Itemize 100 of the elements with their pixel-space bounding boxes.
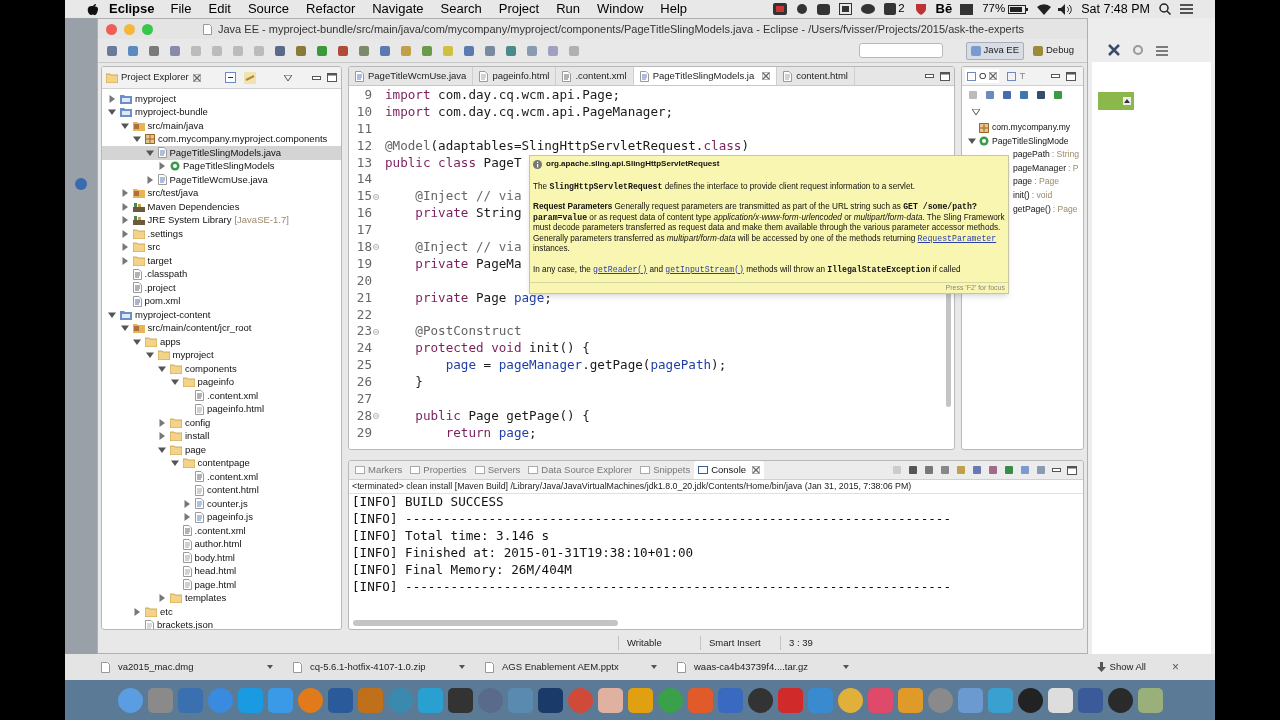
tree-item[interactable]: contentpage [102, 456, 341, 470]
outline-item[interactable]: PageTitleSlingMode [962, 134, 1083, 149]
collapse-all-icon[interactable] [224, 72, 236, 83]
up-icon[interactable] [1123, 97, 1131, 105]
tree-item[interactable]: myproject-content [102, 308, 341, 322]
view-tab[interactable]: Servers [470, 461, 525, 479]
app-icon[interactable] [1106, 686, 1134, 714]
menu-icon[interactable] [1156, 46, 1168, 56]
perspective-button[interactable]: Java EE [965, 41, 1024, 60]
caret-icon[interactable] [120, 121, 129, 130]
tree-item[interactable]: pageinfo.js [102, 510, 341, 524]
caret-icon[interactable] [843, 665, 849, 669]
caret-icon[interactable] [968, 137, 976, 146]
menu-item[interactable]: Project [498, 0, 540, 19]
tree-item[interactable]: .project [102, 281, 341, 295]
api-link[interactable]: getInputStream() [665, 264, 744, 274]
tree-item[interactable]: page.html [102, 578, 341, 592]
toolbar-tool-icon[interactable] [127, 44, 139, 57]
app-icon[interactable] [596, 686, 624, 714]
tree-item[interactable]: .content.xml [102, 524, 341, 538]
outline-item[interactable]: com.mycompany.my [962, 121, 1083, 135]
outline-tool-icon[interactable] [1002, 89, 1012, 100]
caret-icon[interactable] [120, 256, 129, 265]
fold-icon[interactable] [373, 193, 379, 200]
tree-item[interactable]: .classpath [102, 267, 341, 281]
scrollbar-thumb[interactable] [353, 620, 618, 626]
caret-icon[interactable] [120, 229, 129, 238]
editor-tab[interactable]: pageinfo.html [473, 67, 557, 85]
tree-item[interactable]: config [102, 416, 341, 430]
minimize-icon[interactable] [1051, 74, 1060, 78]
tree-item[interactable]: pageinfo.html [102, 402, 341, 416]
app-icon[interactable] [746, 686, 774, 714]
tree-item[interactable]: PageTitleWcmUse.java [102, 173, 341, 187]
download-item[interactable]: waas-ca4b43739f4....tar.gz [677, 659, 849, 675]
toolbar-tool-icon[interactable] [526, 44, 538, 57]
close-icon[interactable] [989, 72, 998, 80]
view-tab[interactable]: Markers [351, 461, 407, 479]
menu-item[interactable]: Navigate [372, 0, 424, 19]
caret-icon[interactable] [651, 665, 657, 669]
maximize-icon[interactable] [327, 73, 337, 82]
tree-item[interactable]: src [102, 240, 341, 254]
menu-item[interactable]: Window [597, 0, 644, 19]
minimize-icon[interactable] [925, 74, 934, 78]
caret-icon[interactable] [267, 665, 273, 669]
app-icon[interactable] [836, 686, 864, 714]
download-item[interactable]: cq-5.6.1-hotfix-4107-1.0.zip [293, 659, 465, 675]
tree-item[interactable]: pom.xml [102, 294, 341, 308]
link-icon[interactable] [243, 71, 256, 84]
caret-icon[interactable] [133, 135, 141, 144]
editor-tab[interactable]: PageTitleSlingModels.ja [633, 67, 778, 85]
close-button[interactable]: × [1172, 658, 1179, 676]
tree-item[interactable]: body.html [102, 551, 341, 565]
tree-item[interactable]: components [102, 362, 341, 376]
close-icon[interactable] [752, 466, 761, 474]
outline-tool-icon[interactable] [1019, 89, 1029, 100]
toolbar-tool-icon[interactable] [316, 44, 328, 57]
tree-item[interactable]: myproject-bundle [102, 105, 341, 119]
close-tab-icon[interactable] [762, 72, 771, 80]
app-menu[interactable]: Eclipse [109, 0, 155, 19]
caret-icon[interactable] [170, 378, 179, 387]
screen-icon[interactable] [773, 3, 788, 15]
outline-tool-icon[interactable] [1036, 89, 1046, 100]
tree-item[interactable]: Maven Dependencies [102, 200, 341, 214]
search-icon[interactable] [1159, 3, 1171, 15]
list-icon[interactable] [1180, 4, 1193, 14]
caret-icon[interactable] [459, 665, 465, 669]
caret-icon[interactable] [158, 594, 166, 603]
view-tab[interactable]: Snippets [636, 461, 695, 479]
toolbar-tool-icon[interactable] [484, 44, 496, 57]
toolbar-tool-icon[interactable] [148, 44, 160, 57]
perspective-button[interactable]: Debug [1028, 41, 1079, 60]
maximize-icon[interactable] [1067, 465, 1077, 475]
api-link[interactable]: RequestParameter [917, 233, 997, 243]
tree-item[interactable]: pageinfo [102, 375, 341, 389]
tree-item[interactable]: counter.js [102, 497, 341, 511]
menu-item[interactable]: File [170, 0, 192, 19]
behance-logo[interactable]: Bē [935, 0, 953, 19]
toolbar-tool-icon[interactable] [295, 44, 307, 57]
view-menu-icon[interactable] [972, 109, 980, 115]
menu-item[interactable]: Run [556, 0, 581, 19]
menu-item[interactable]: Source [247, 0, 290, 19]
caret-icon[interactable] [108, 310, 116, 319]
app-icon[interactable] [626, 686, 654, 714]
caret-icon[interactable] [158, 364, 166, 373]
caret-icon[interactable] [183, 499, 191, 508]
caret-icon[interactable] [145, 351, 154, 360]
menu-item[interactable]: Help [660, 0, 688, 19]
editor-tab[interactable]: content.html [777, 67, 855, 85]
tree-item[interactable]: src/main/java [102, 119, 341, 133]
clock[interactable]: Sat 7:48 PM [1081, 0, 1150, 19]
tree-item[interactable]: page [102, 443, 341, 457]
panel-tab[interactable]: O [965, 68, 1000, 84]
app-icon[interactable] [446, 686, 474, 714]
display-icon[interactable] [960, 3, 974, 15]
toolbar-tool-icon[interactable] [505, 44, 517, 57]
download-item[interactable]: va2015_mac.dmg [101, 659, 273, 675]
fold-icon[interactable] [373, 413, 379, 420]
editor-tab[interactable]: PageTitleWcmUse.java [349, 67, 474, 85]
menu-item[interactable]: Refactor [306, 0, 356, 19]
maximize-icon[interactable] [1066, 71, 1076, 81]
